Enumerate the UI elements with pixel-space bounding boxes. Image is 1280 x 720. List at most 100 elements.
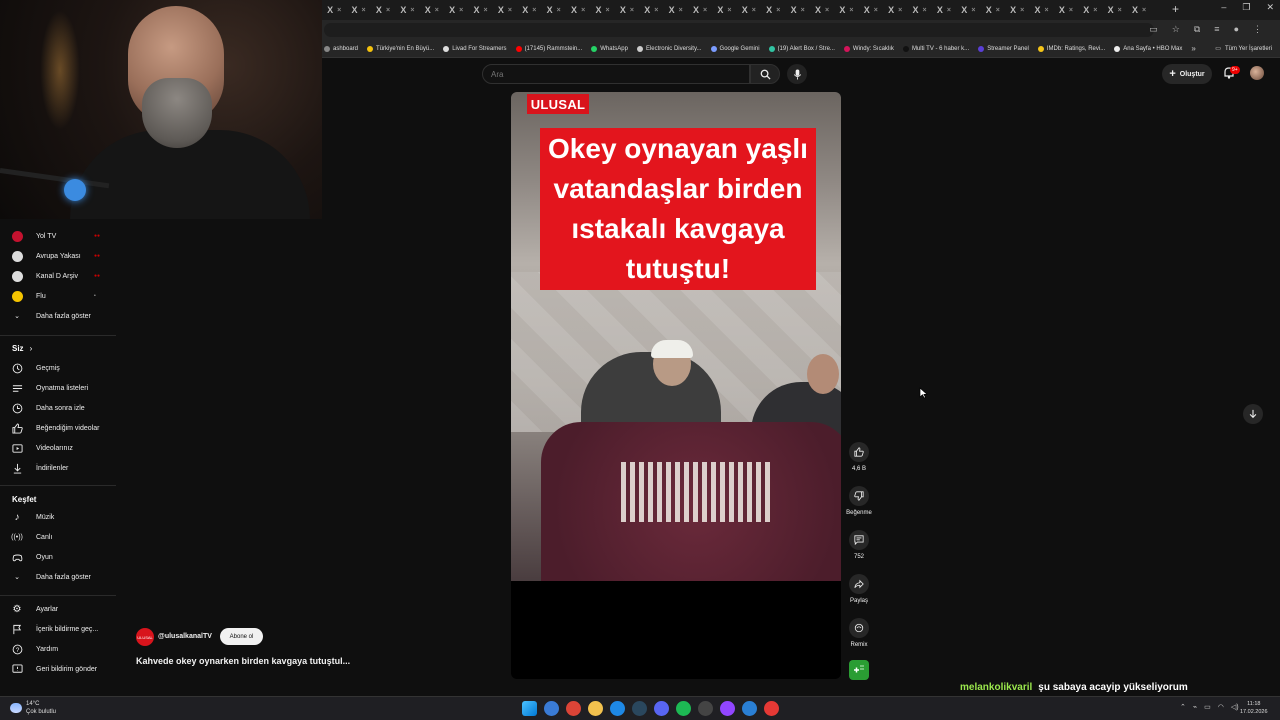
sidebar-item-report-history[interactable]: İçerik bildirme geç... [0,621,118,637]
browser-tab[interactable]: X × [761,3,785,17]
browser-tab[interactable]: X × [834,3,858,17]
profile-icon[interactable]: ● [1234,24,1239,35]
chevron-up-icon[interactable]: ⌃ [1180,703,1186,711]
sidebar-show-more-explore[interactable]: ⌄ Daha fazla göster [0,569,118,585]
browser-tab[interactable]: X × [493,3,517,17]
browser-tab[interactable]: X × [1078,3,1102,17]
sidebar-item-history[interactable]: Geçmiş [0,360,118,376]
bookmark-item[interactable]: WhatsApp [591,45,628,52]
system-clock[interactable]: 11:18 17.02.2026 [1240,700,1268,716]
browser-tab[interactable]: X × [542,3,566,17]
bookmark-item[interactable]: Electronic Diversity... [636,45,702,52]
tab-close-button[interactable]: × [752,7,756,14]
browser-tab[interactable]: X × [395,3,419,17]
bookmark-item[interactable]: Livad For Streamers [443,45,507,52]
tab-close-button[interactable]: × [386,7,390,14]
network-icon[interactable]: ⌁ [1193,703,1197,711]
tab-close-button[interactable]: × [484,7,488,14]
sidebar-channel-kanal-d-arsiv[interactable]: Kanal D Arşiv ●● [0,268,118,284]
taskbar-app-icon[interactable] [764,701,779,716]
sidebar-channel-flu[interactable]: Flu • [0,288,118,304]
sidebar-you-heading[interactable]: Siz › [12,344,32,353]
tab-close-button[interactable]: × [801,7,805,14]
sidebar-channel-yol-tv[interactable]: Yol TV ●● [0,228,118,244]
tab-close-button[interactable]: × [971,7,975,14]
browser-tab[interactable]: X × [907,3,931,17]
taskbar-app-icon[interactable] [742,701,757,716]
sidebar-item-music[interactable]: ♪ Müzik [0,509,118,525]
browser-tab[interactable]: X × [883,3,907,17]
taskbar-app-icon[interactable] [566,701,581,716]
tab-close-button[interactable]: × [874,7,878,14]
taskbar-app-icon[interactable] [544,701,559,716]
browser-tab[interactable]: X × [712,3,736,17]
tab-close-button[interactable]: × [947,7,951,14]
tab-close-button[interactable]: × [581,7,585,14]
bookmark-item[interactable]: ashboard [324,45,358,52]
tab-close-button[interactable]: × [1118,7,1122,14]
browser-tab[interactable]: X × [468,3,492,17]
account-avatar[interactable] [1250,66,1264,80]
bookmark-item[interactable]: Türkiye'nin En Büyü... [367,45,434,52]
channel-avatar[interactable]: ULUSAL [136,628,154,646]
taskbar-app-icon[interactable] [632,701,647,716]
taskbar-app-icon[interactable] [676,701,691,716]
browser-tab[interactable]: X × [810,3,834,17]
bookmark-item[interactable]: Google Gemini [710,45,760,52]
sidebar-item-watch-later[interactable]: Daha sonra izle [0,400,118,416]
tab-close-button[interactable]: × [362,7,366,14]
tab-close-button[interactable]: × [849,7,853,14]
wifi-icon[interactable]: ◠ [1218,703,1224,711]
dislike-button[interactable] [849,486,869,506]
sound-thumbnail-button[interactable] [849,660,869,680]
bookmark-item[interactable]: Ana Sayfa • HBO Max [1114,45,1182,52]
menu-icon[interactable]: ⋮ [1253,24,1262,35]
url-field[interactable] [324,23,1154,37]
browser-tab[interactable]: X × [688,3,712,17]
taskbar-app-icon[interactable] [698,701,713,716]
subscribe-button[interactable]: Abone ol [220,628,263,645]
browser-tab[interactable]: X × [663,3,687,17]
remix-button[interactable] [849,618,869,638]
new-tab-button[interactable]: + [1172,2,1179,16]
sidebar-item-settings[interactable]: ⚙ Ayarlar [0,601,118,617]
close-window-button[interactable]: ✕ [1266,2,1274,13]
sidebar-item-liked-videos[interactable]: Beğendiğim videolar [0,420,118,436]
browser-tab[interactable]: X × [615,3,639,17]
tab-close-button[interactable]: × [410,7,414,14]
tab-close-button[interactable]: × [679,7,683,14]
tab-close-button[interactable]: × [630,7,634,14]
sidebar-show-more-subscriptions[interactable]: ⌄ Daha fazla göster [0,308,118,324]
browser-tab[interactable]: X × [322,3,346,17]
star-icon[interactable]: ☆ [1172,24,1180,35]
taskbar-app-icon[interactable] [720,701,735,716]
tab-close-button[interactable]: × [1020,7,1024,14]
like-button[interactable] [849,442,869,462]
bookmarks-overflow-button[interactable]: » [1191,44,1195,53]
browser-tab[interactable]: X × [859,3,883,17]
tab-close-button[interactable]: × [459,7,463,14]
cast-icon[interactable]: ▭ [1149,24,1158,35]
windows-start-icon[interactable] [522,701,537,716]
taskbar-app-icon[interactable] [610,701,625,716]
tab-close-button[interactable]: × [654,7,658,14]
tab-close-button[interactable]: × [898,7,902,14]
browser-tab[interactable]: X × [956,3,980,17]
sidebar-item-gaming[interactable]: Oyun [0,549,118,565]
browser-tab[interactable]: X × [1029,3,1053,17]
browser-tab[interactable]: X × [1054,3,1078,17]
volume-icon[interactable]: ◁) [1231,703,1239,711]
sidebar-item-playlists[interactable]: Oynatma listeleri [0,380,118,396]
minimize-button[interactable]: – [1221,2,1226,13]
sidebar-item-live[interactable]: ((•)) Canlı [0,529,118,545]
browser-tab[interactable]: X × [346,3,370,17]
browser-tab[interactable]: X × [371,3,395,17]
tab-close-button[interactable]: × [703,7,707,14]
browser-tab[interactable]: X × [737,3,761,17]
extensions-icon[interactable]: ⧉ [1194,24,1200,35]
search-input[interactable] [483,65,749,83]
browser-tab[interactable]: X × [517,3,541,17]
browser-tab[interactable]: X × [590,3,614,17]
bookmark-item[interactable]: Streamer Panel [978,45,1029,52]
browser-tab[interactable]: X × [420,3,444,17]
